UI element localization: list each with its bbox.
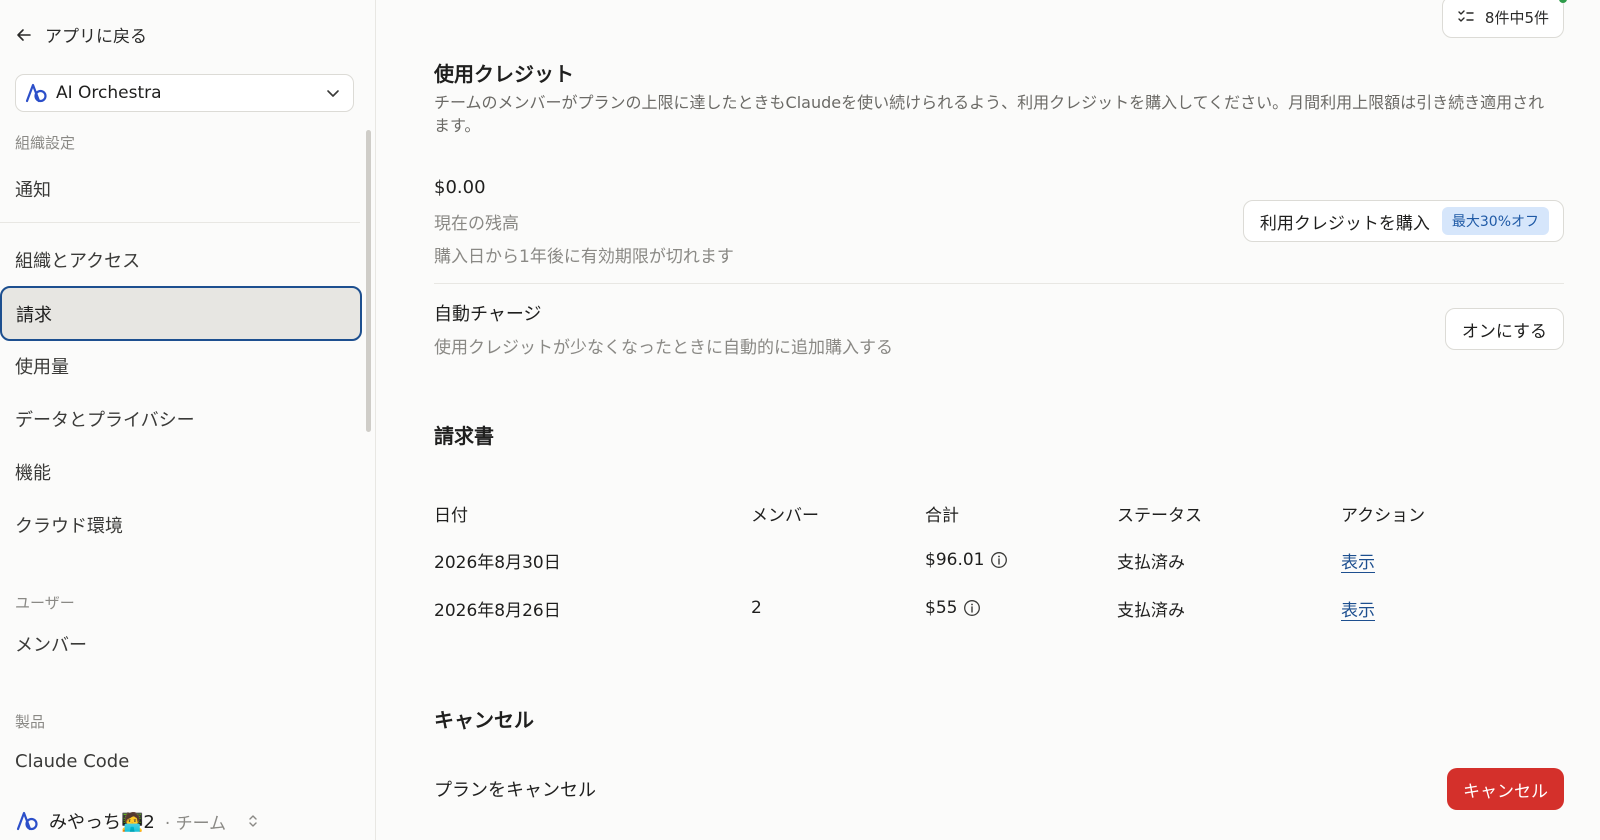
credit-balance: $0.00	[434, 177, 486, 198]
table-row: 2026年8月30日 $96.01 支払済み 表示	[434, 536, 1501, 584]
expiry-note: 購入日から1年後に有効期限が切れます	[434, 247, 734, 267]
setup-progress-label: 8件中5件	[1484, 8, 1549, 27]
chevron-up-down-icon	[249, 815, 257, 827]
enable-auto-recharge-button[interactable]: オンにする	[1444, 308, 1564, 350]
status-dot	[1559, 0, 1567, 3]
org-logo-icon	[25, 83, 47, 103]
org-name: AI Orchestra	[56, 83, 162, 103]
user-name: みやっち🧑‍💻2	[49, 812, 155, 833]
column-header-total: 合計	[925, 505, 959, 526]
chevron-down-icon	[327, 90, 339, 97]
sidebar-item-notifications[interactable]: 通知	[15, 176, 51, 202]
invoice-date: 2026年8月26日	[434, 600, 561, 621]
buy-credits-label: 利用クレジットを購入	[1259, 213, 1430, 234]
table-row: 2026年8月26日 2 $55 支払済み 表示	[434, 584, 1501, 632]
invoice-status: 支払済み	[1117, 600, 1185, 621]
user-logo-icon	[16, 811, 38, 831]
sidebar-divider	[0, 222, 360, 223]
sidebar-item-billing-label: 請求	[16, 304, 52, 326]
cancel-section-title: キャンセル	[434, 708, 534, 732]
invoices-title: 請求書	[434, 424, 494, 448]
section-label-products: 製品	[15, 713, 46, 731]
column-header-action: アクション	[1341, 505, 1426, 526]
credits-description: チームのメンバーがプランの上限に達したときもClaudeを使い続けられるよう、利…	[434, 93, 1545, 135]
sidebar-item-usage[interactable]: 使用量	[15, 353, 69, 379]
section-label-org-settings: 組織設定	[15, 134, 76, 152]
table-header-row: 日付 メンバー 合計 ステータス アクション	[434, 490, 1501, 536]
arrow-left-icon	[17, 28, 31, 41]
sidebar-item-cloud-env[interactable]: クラウド環境	[15, 512, 123, 538]
column-header-members: メンバー	[751, 505, 819, 526]
discount-badge: 最大30%オフ	[1441, 207, 1549, 235]
org-selector[interactable]: AI Orchestra	[15, 74, 354, 112]
buy-credits-button[interactable]: 利用クレジットを購入 最大30%オフ	[1242, 200, 1564, 242]
sidebar-item-members[interactable]: メンバー	[15, 631, 87, 657]
invoice-date: 2026年8月30日	[434, 552, 561, 573]
sidebar-item-org-access[interactable]: 組織とアクセス	[15, 247, 140, 273]
invoice-total-cell: $55	[925, 584, 1117, 632]
invoice-total: $96.01	[925, 550, 985, 570]
cancel-plan-label: プランをキャンセル	[434, 780, 596, 801]
sidebar-item-billing[interactable]: 請求	[0, 286, 362, 341]
settings-sidebar: アプリに戻る AI Orchestra 組織設定 通知 組織とアクセス 請求 使…	[0, 0, 376, 840]
view-invoice-link[interactable]: 表示	[1341, 553, 1375, 573]
invoice-status: 支払済み	[1117, 552, 1185, 573]
info-icon[interactable]	[990, 551, 1008, 569]
checklist-icon	[1458, 10, 1474, 22]
auto-recharge-title: 自動チャージ	[434, 304, 542, 325]
balance-label: 現在の残高	[434, 214, 519, 234]
invoice-members	[751, 536, 925, 584]
billing-main: 8件中5件 使用クレジット チームのメンバーがプランの上限に達したときもClau…	[376, 0, 1600, 840]
credits-title: 使用クレジット	[434, 62, 574, 86]
user-switcher[interactable]: みやっち🧑‍💻2 · チーム	[15, 808, 260, 834]
invoice-total: $55	[925, 598, 958, 618]
view-invoice-link[interactable]: 表示	[1341, 601, 1375, 621]
section-label-users: ユーザー	[15, 594, 75, 612]
setup-progress-button[interactable]: 8件中5件	[1441, 0, 1567, 38]
credits-divider	[434, 283, 1564, 284]
cancel-plan-button[interactable]: キャンセル	[1447, 768, 1564, 810]
info-icon[interactable]	[963, 599, 981, 617]
back-label: アプリに戻る	[45, 27, 147, 47]
column-header-status: ステータス	[1117, 505, 1202, 526]
invoices-table: 日付 メンバー 合計 ステータス アクション 2026年8月30日 $96.01…	[434, 490, 1501, 632]
sidebar-item-features[interactable]: 機能	[15, 459, 51, 485]
back-to-app-link[interactable]: アプリに戻る	[15, 22, 147, 47]
invoice-members: 2	[751, 598, 762, 618]
invoice-total-cell: $96.01	[925, 536, 1117, 584]
sidebar-item-data-privacy[interactable]: データとプライバシー	[15, 406, 195, 432]
sidebar-item-claude-code[interactable]: Claude Code	[15, 751, 129, 772]
auto-recharge-description: 使用クレジットが少なくなったときに自動的に追加購入する	[434, 338, 893, 358]
user-team: · チーム	[164, 813, 227, 834]
column-header-date: 日付	[434, 505, 468, 526]
sidebar-scrollbar[interactable]	[366, 130, 371, 432]
